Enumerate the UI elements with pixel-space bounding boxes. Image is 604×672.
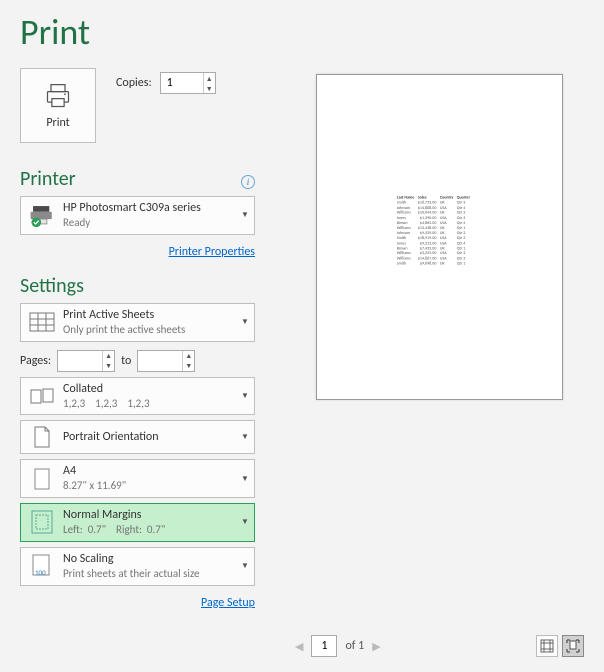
printer-properties-link[interactable]: Printer Properties xyxy=(169,245,255,259)
preview-page: Last NameSalesCountryQuarterSmith$16,753… xyxy=(316,74,563,400)
settings-heading: Settings xyxy=(20,274,84,298)
preview-content: Last NameSalesCountryQuarterSmith$16,753… xyxy=(395,195,472,266)
chevron-down-icon: ▼ xyxy=(236,474,254,484)
printer-heading: Printer xyxy=(20,167,76,191)
chevron-down-icon: ▼ xyxy=(236,432,254,442)
pages-to-stepper[interactable]: ▲▼ xyxy=(137,350,195,372)
collation-select[interactable]: Collated 1,2,3 1,2,3 1,2,3 ▼ xyxy=(20,377,255,416)
grid-icon xyxy=(29,312,55,332)
controls-column: Print Copies: ▲▼ Printer i xyxy=(20,68,255,664)
zoom-page-icon xyxy=(566,639,580,653)
copies-label: Copies: xyxy=(116,76,152,90)
copies-down[interactable]: ▼ xyxy=(204,83,215,93)
copies-input[interactable] xyxy=(161,73,203,93)
paper-size-select[interactable]: A4 8.27" x 11.69" ▼ xyxy=(20,459,255,498)
pager-total: of 1 xyxy=(345,639,364,653)
show-margins-toggle[interactable] xyxy=(536,635,558,657)
scaling-select[interactable]: 100 No Scaling Print sheets at their act… xyxy=(20,547,255,586)
margins-icon xyxy=(31,510,53,534)
print-preview: Last NameSalesCountryQuarterSmith$16,753… xyxy=(295,68,584,628)
copies-stepper[interactable]: ▲▼ xyxy=(160,72,216,94)
pages-from-input[interactable] xyxy=(58,351,102,371)
chevron-down-icon: ▼ xyxy=(236,517,254,527)
pager-next[interactable]: ▶ xyxy=(372,640,380,653)
page-setup-link[interactable]: Page Setup xyxy=(201,596,255,610)
pages-label: Pages: xyxy=(20,354,51,368)
print-button[interactable]: Print xyxy=(20,68,96,143)
printer-status-icon xyxy=(29,203,55,227)
pages-to-input[interactable] xyxy=(138,351,182,371)
pager-input[interactable] xyxy=(312,639,336,653)
print-scope-select[interactable]: Print Active Sheets Only print the activ… xyxy=(20,303,255,342)
pages-from-stepper[interactable]: ▲▼ xyxy=(57,350,115,372)
orientation-select[interactable]: Portrait Orientation ▼ xyxy=(20,420,255,454)
printer-status-text: Ready xyxy=(63,216,236,230)
pager-input-box[interactable] xyxy=(311,635,337,657)
chevron-down-icon: ▼ xyxy=(236,561,254,571)
page-icon xyxy=(33,468,51,490)
pages-to-label: to xyxy=(121,354,131,368)
copies-up[interactable]: ▲ xyxy=(204,73,215,83)
chevron-down-icon: ▼ xyxy=(236,391,254,401)
svg-text:100: 100 xyxy=(35,568,46,577)
printer-name: HP Photosmart C309a series xyxy=(63,201,236,216)
printer-info-icon[interactable]: i xyxy=(241,175,255,189)
page-title: Print xyxy=(20,10,584,54)
scaling-icon: 100 xyxy=(31,554,53,578)
pager-prev[interactable]: ◀ xyxy=(295,640,303,653)
margins-select[interactable]: Normal Margins Left: 0.7" Right: 0.7" ▼ xyxy=(20,503,255,542)
chevron-down-icon: ▼ xyxy=(236,210,254,220)
zoom-to-page-toggle[interactable] xyxy=(562,635,584,657)
chevron-down-icon: ▼ xyxy=(236,317,254,327)
printer-icon xyxy=(43,82,73,110)
margins-toggle-icon xyxy=(540,639,554,653)
printer-select[interactable]: HP Photosmart C309a series Ready ▼ xyxy=(20,196,255,235)
collated-icon xyxy=(29,386,55,406)
print-button-label: Print xyxy=(46,116,69,130)
portrait-page-icon xyxy=(33,426,51,448)
